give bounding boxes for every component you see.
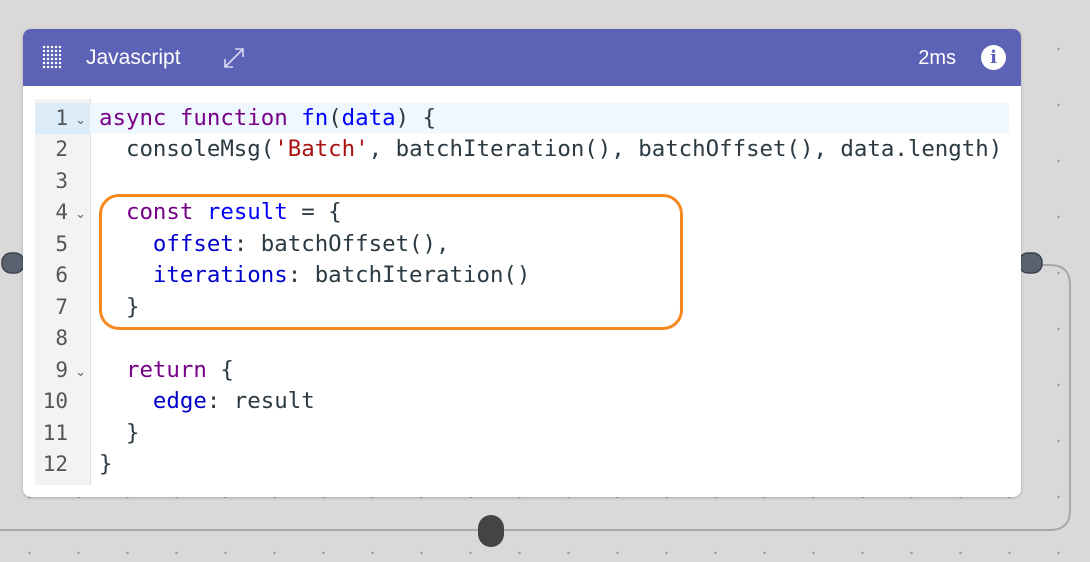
code-text: consoleMsg('Batch', batchIteration(), ba… (99, 134, 1002, 165)
left-handle[interactable] (1, 252, 25, 274)
line-number-text: 7 (55, 294, 68, 319)
line-number-text: 9 (55, 357, 68, 382)
code-token: result (206, 199, 288, 226)
code-line[interactable]: 3 (35, 166, 1009, 197)
line-number: 12 (35, 449, 90, 480)
code-token: : batchIteration() (287, 262, 531, 289)
line-number: 10 (35, 386, 90, 417)
line-number-text: 1 (55, 106, 68, 130)
node-header[interactable]: Javascript 2ms i (23, 29, 1021, 86)
line-number-text: 6 (55, 263, 68, 288)
code-token: } (99, 450, 113, 477)
code-text: } (99, 292, 140, 323)
code-line[interactable]: 6 iterations: batchIteration() (35, 260, 1009, 291)
fold-chevron-icon[interactable]: ⌄ (75, 199, 86, 230)
execution-time: 2ms (918, 47, 956, 69)
code-text: } (99, 449, 112, 480)
code-text: const result = { (99, 197, 342, 228)
line-number-text: 3 (55, 168, 68, 193)
code-token: } (99, 293, 140, 320)
node-title: Javascript (86, 46, 181, 69)
code-line[interactable]: 4 ⌄ const result = { (35, 197, 1009, 228)
grip-icon[interactable] (42, 45, 62, 69)
code-token: = { (287, 199, 342, 226)
line-number-text: 11 (42, 420, 68, 445)
code-text: } (99, 418, 140, 449)
right-handle[interactable] (1018, 252, 1043, 274)
code-token: fn (301, 105, 329, 131)
code-token: : batchOffset(), (233, 230, 450, 257)
line-number: 1 ⌄ (35, 103, 90, 136)
code-token: offset (152, 230, 234, 257)
line-number-text: 5 (55, 231, 68, 256)
line-number: 3 (35, 166, 90, 197)
code-token: 'Batch' (274, 136, 369, 163)
line-number: 8 (35, 323, 90, 354)
code-line[interactable]: 11 } (35, 418, 1009, 449)
expand-icon[interactable] (221, 45, 247, 71)
code-token: return (125, 356, 207, 383)
line-number: 11 (35, 418, 90, 449)
bottom-handle[interactable] (478, 515, 504, 547)
code-editor[interactable]: 1 ⌄ async function fn(data) {2 consoleMsg(… (35, 99, 1009, 485)
code-line[interactable]: 2 consoleMsg('Batch', batchIteration(), … (35, 134, 1009, 165)
line-number: 7 (35, 292, 90, 323)
code-text: offset: batchOffset(), (99, 229, 450, 260)
code-token: ) { (395, 105, 437, 131)
code-text: edge: result (99, 386, 315, 417)
code-token: async (99, 105, 167, 131)
fold-chevron-icon[interactable]: ⌄ (75, 105, 86, 136)
code-text: iterations: batchIteration() (99, 260, 530, 291)
line-number-text: 12 (42, 451, 68, 476)
line-number: 2 (35, 134, 90, 165)
line-number: 5 (35, 229, 90, 260)
code-token: edge (152, 388, 207, 415)
code-line[interactable]: 5 offset: batchOffset(), (35, 229, 1009, 260)
code-line[interactable]: 8 (35, 323, 1009, 354)
line-number: 9 ⌄ (35, 355, 90, 386)
code-token: ( (328, 105, 342, 131)
code-text: return { (99, 355, 234, 386)
line-number-text: 2 (55, 137, 68, 162)
code-token: } (99, 419, 140, 446)
code-line[interactable]: 7 } (35, 292, 1009, 323)
code-token: function (179, 105, 288, 131)
fold-chevron-icon[interactable]: ⌄ (75, 357, 86, 388)
code-line[interactable]: 9 ⌄ return { (35, 355, 1009, 386)
code-token: , batchIteration(), batchOffset(), data.… (368, 136, 1003, 163)
code-token: { (206, 356, 234, 383)
line-number-text: 10 (42, 389, 68, 414)
code-line[interactable]: 12} (35, 449, 1009, 480)
line-number: 4 ⌄ (35, 197, 90, 228)
code-token: data (341, 105, 396, 131)
javascript-node[interactable]: Javascript 2ms i 1 ⌄ async function fn(dat… (23, 29, 1021, 497)
line-number-text: 8 (55, 326, 68, 351)
code-line[interactable]: 10 edge: result (35, 386, 1009, 417)
code-token: const (125, 199, 194, 226)
code-token: : result (206, 388, 315, 415)
code-token: iterations (152, 262, 288, 289)
code-token: consoleMsg( (99, 136, 275, 163)
line-number: 6 (35, 260, 90, 291)
code-line[interactable]: 1 ⌄ async function fn(data) { (35, 103, 1009, 136)
info-icon[interactable]: i (981, 45, 1006, 70)
line-number-text: 4 (55, 200, 68, 225)
code-text: async function fn(data) { (99, 103, 436, 134)
